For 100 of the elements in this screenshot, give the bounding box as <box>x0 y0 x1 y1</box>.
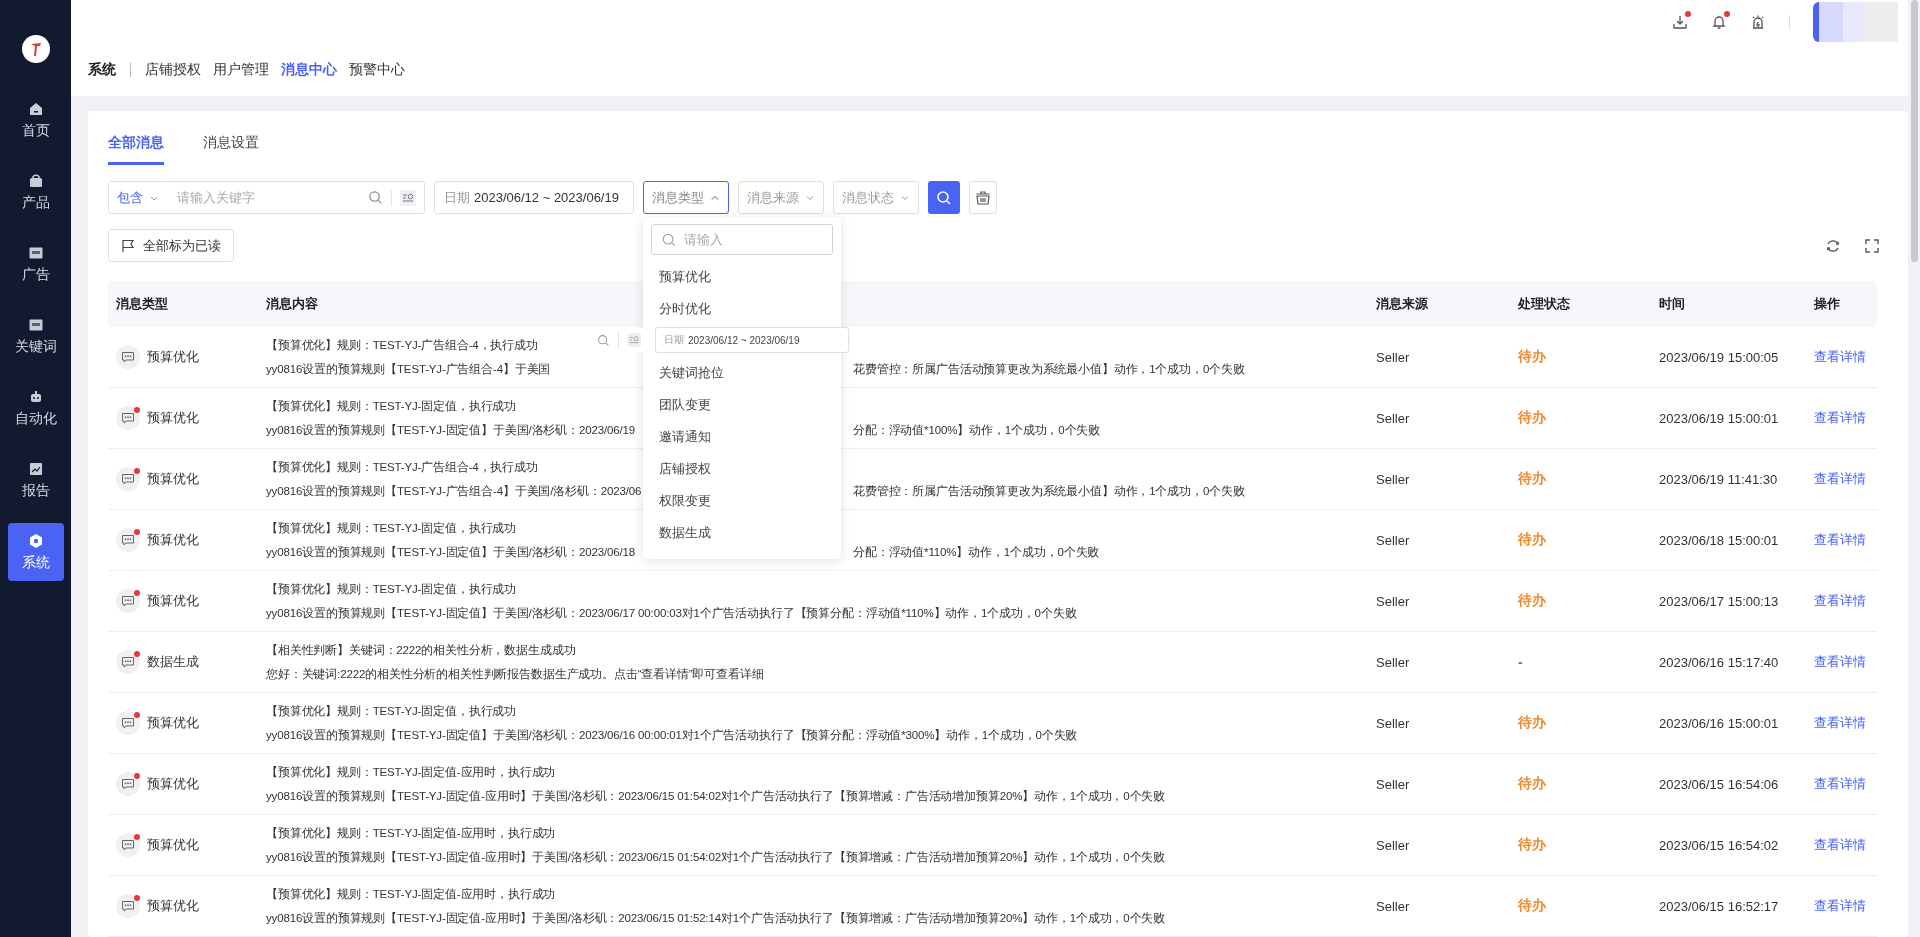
message-detail: 花费管控：所属广告活动预算更改为系统最小值】动作，1个成功，0个失败 <box>853 483 1245 499</box>
message-detail: yy0816设置的预算规则【TEST-YJ-固定值】于美国/洛杉矶：2023/06/16 00:00:01对1个广告活动执行了【预算分配：浮动值*300%】动作，1个成功，0个失败 <box>266 727 1078 743</box>
dropdown-option[interactable]: 关键词抢位 <box>659 365 724 380</box>
message-detail: yy0816设置的预算规则【TEST-YJ-固定值】于美国/洛杉矶：2023/06/19 <box>266 423 636 436</box>
date-range-field[interactable]: 日期 2023/06/12 ~ 2023/06/19 <box>434 181 634 214</box>
message-detail: 分配：浮动值*100%】动作，1个成功，0个失败 <box>853 422 1101 438</box>
tab[interactable]: 消息设置 <box>203 134 259 165</box>
nav-link[interactable]: 消息中心 <box>281 60 337 79</box>
view-details-link[interactable]: 查看详情 <box>1814 715 1866 730</box>
dropdown-option[interactable]: 数据生成 <box>659 525 711 540</box>
advanced-search-icon[interactable] <box>400 189 416 206</box>
view-details-link[interactable]: 查看详情 <box>1814 593 1866 608</box>
message-detail: yy0816设置的预算规则【TEST-YJ-固定值-应用时】于美国/洛杉矶：2023/06/15 01:54:02对1个广告活动执行了【预算增减：广告活动增加预算20%】动作，1个成功，0个失败 <box>266 849 1166 865</box>
advanced-search-icon <box>627 333 641 347</box>
message-type: 预算优化 <box>147 348 199 366</box>
refresh-icon[interactable] <box>1825 237 1841 254</box>
search-icon <box>662 233 676 247</box>
status-text: 待办 <box>1518 714 1546 730</box>
alarm-light-icon[interactable] <box>1750 13 1766 30</box>
clear-button[interactable] <box>969 181 997 214</box>
sidebar-item[interactable]: 关键词 <box>7 307 64 365</box>
column-header: 操作 <box>1814 296 1840 311</box>
message-detail: yy0816设置的预算规则【TEST-YJ-固定值-应用时】于美国/洛杉矶：2023/06/15 01:54:02对1个广告活动执行了【预算增减：广告活动增加预算20%】动作，1个成功，0个失败 <box>266 788 1166 804</box>
status-text: 待办 <box>1518 592 1546 608</box>
status-text: - <box>1518 654 1523 670</box>
date-value: 2023/06/12 ~ 2023/06/19 <box>688 334 800 346</box>
sidebar-item[interactable]: 首页 <box>7 91 64 149</box>
time-text: 2023/06/18 15:00:01 <box>1659 532 1779 548</box>
message-detail: yy0816设置的预算规则【TEST-YJ-固定值】于美国/洛杉矶：2023/06/18 <box>266 545 636 558</box>
status-text: 待办 <box>1518 775 1546 791</box>
sidebar-item[interactable]: 系统 <box>7 523 64 581</box>
dropdown-option[interactable]: 分时优化 <box>659 301 711 316</box>
column-header: 时间 <box>1659 296 1685 311</box>
download-icon[interactable] <box>1672 13 1688 30</box>
search-icon <box>936 189 952 206</box>
view-details-link[interactable]: 查看详情 <box>1814 654 1866 669</box>
match-select[interactable]: 包含 <box>117 188 159 207</box>
time-text: 2023/06/19 15:00:01 <box>1659 410 1779 426</box>
view-details-link[interactable]: 查看详情 <box>1814 837 1866 852</box>
message-title: 【预算优化】规则：TEST-YJ-广告组合-4，执行成功 <box>266 459 538 475</box>
column-header: 处理状态 <box>1518 296 1570 311</box>
column-header: 消息内容 <box>266 296 318 311</box>
time-text: 2023/06/16 15:17:40 <box>1659 654 1779 670</box>
message-type: 数据生成 <box>147 653 199 671</box>
search-icon[interactable] <box>368 190 383 205</box>
dropdown-option[interactable]: 邀请通知 <box>659 429 711 444</box>
sidebar-item[interactable]: 广告 <box>7 235 64 293</box>
source-text: Seller <box>1376 715 1410 731</box>
message-title: 【预算优化】规则：TEST-YJ-固定值-应用时，执行成功 <box>266 825 556 841</box>
message-title: 【预算优化】规则：TEST-YJ-固定值，执行成功 <box>266 703 517 719</box>
flag-icon <box>121 238 135 253</box>
logo-icon <box>21 35 50 63</box>
mark-all-read-button[interactable]: 全部标为已读 <box>108 229 234 262</box>
message-type: 预算优化 <box>147 714 199 732</box>
bell-icon[interactable] <box>1711 13 1727 30</box>
view-details-link[interactable]: 查看详情 <box>1814 776 1866 791</box>
source-text: Seller <box>1376 898 1410 914</box>
dropdown-option[interactable]: 预算优化 <box>659 269 711 284</box>
search-icon <box>597 333 610 347</box>
date-label: 日期 <box>664 333 684 347</box>
message-title: 【预算优化】规则：TEST-YJ-广告组合-4，执行成功 <box>266 337 538 353</box>
dropdown-search-field[interactable]: 请输入 <box>651 224 833 255</box>
view-details-link[interactable]: 查看详情 <box>1814 410 1866 425</box>
search-button[interactable] <box>928 181 960 214</box>
status-text: 待办 <box>1518 531 1546 547</box>
source-text: Seller <box>1376 837 1410 853</box>
keyword-search-field[interactable]: 包含 请输入关键字 <box>108 181 425 214</box>
view-details-link[interactable]: 查看详情 <box>1814 349 1866 364</box>
source-text: Seller <box>1376 776 1410 792</box>
view-details-link[interactable]: 查看详情 <box>1814 532 1866 547</box>
view-details-link[interactable]: 查看详情 <box>1814 471 1866 486</box>
view-details-link[interactable]: 查看详情 <box>1814 898 1866 913</box>
time-text: 2023/06/19 15:00:05 <box>1659 349 1779 365</box>
message-type: 预算优化 <box>147 531 199 549</box>
filter-select[interactable]: 消息类型 <box>643 181 729 214</box>
source-text: Seller <box>1376 471 1410 487</box>
message-type: 预算优化 <box>147 897 199 915</box>
dropdown-option[interactable]: 团队变更 <box>659 397 711 412</box>
fullscreen-icon[interactable] <box>1864 237 1880 254</box>
message-title: 【预算优化】规则：TEST-YJ-固定值，执行成功 <box>266 520 517 536</box>
source-text: Seller <box>1376 410 1410 426</box>
sidebar-item[interactable]: 报告 <box>7 451 64 509</box>
source-text: Seller <box>1376 349 1410 365</box>
dropdown-option[interactable]: 权限变更 <box>659 493 711 508</box>
nav-link[interactable]: 用户管理 <box>213 60 269 79</box>
sidebar-item[interactable]: 自动化 <box>7 379 64 437</box>
message-type: 预算优化 <box>147 409 199 427</box>
message-type: 预算优化 <box>147 592 199 610</box>
sidebar-item[interactable]: 产品 <box>7 163 64 221</box>
tab[interactable]: 全部消息 <box>108 134 164 165</box>
nav-link[interactable]: 店铺授权 <box>145 60 201 79</box>
message-type: 预算优化 <box>147 836 199 854</box>
home-icon <box>27 100 44 117</box>
column-header: 消息来源 <box>1376 296 1428 311</box>
time-text: 2023/06/15 16:52:17 <box>1659 898 1779 914</box>
dropdown-option[interactable]: 店铺授权 <box>659 461 711 476</box>
nav-link[interactable]: 预警中心 <box>349 60 405 79</box>
hexagon-icon <box>27 532 44 549</box>
status-text: 待办 <box>1518 836 1546 852</box>
status-text: 待办 <box>1518 897 1546 913</box>
